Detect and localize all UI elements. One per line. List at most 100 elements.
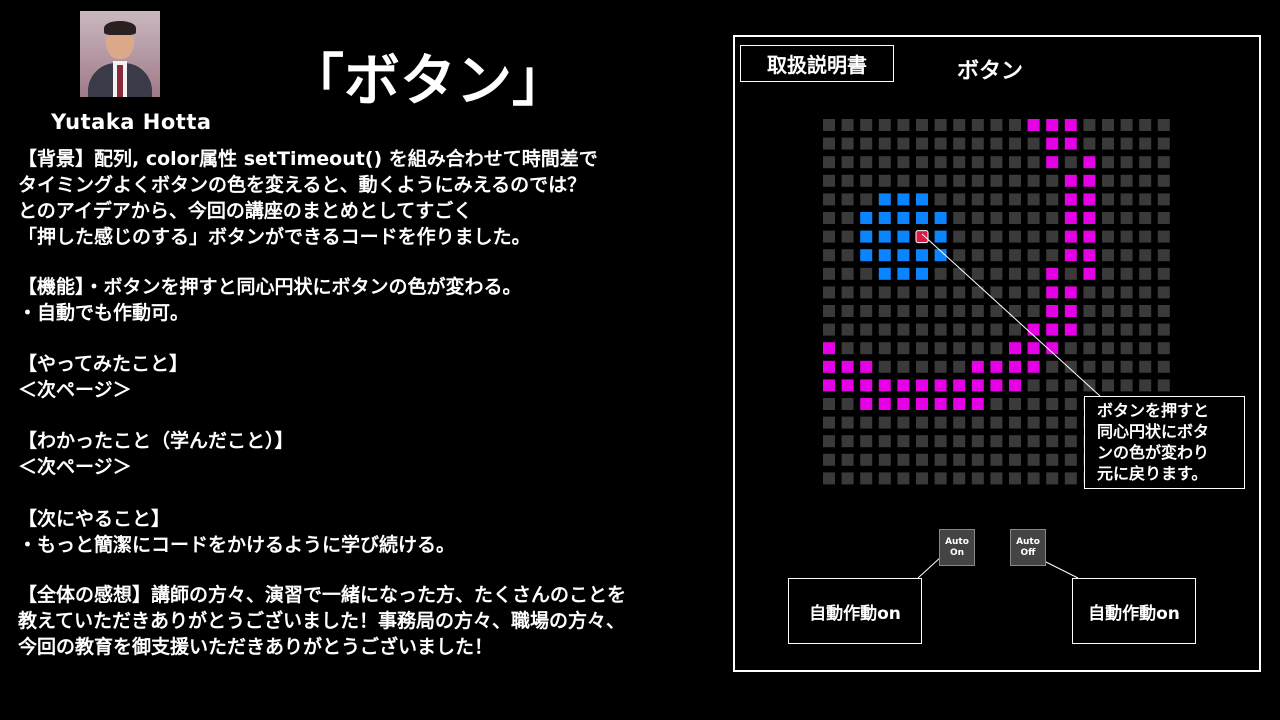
grid-button[interactable] — [1046, 174, 1059, 187]
grid-button[interactable] — [953, 398, 966, 410]
grid-button[interactable] — [1027, 212, 1040, 224]
grid-button[interactable] — [990, 360, 1003, 373]
grid-button[interactable] — [1027, 193, 1040, 206]
grid-button[interactable] — [990, 472, 1003, 485]
grid-button[interactable] — [860, 435, 873, 448]
grid-button[interactable] — [878, 416, 891, 429]
grid-button[interactable] — [878, 453, 891, 466]
grid-button[interactable] — [897, 230, 910, 243]
grid-button[interactable] — [823, 267, 835, 280]
grid-button[interactable] — [841, 398, 854, 410]
grid-button[interactable] — [971, 416, 984, 429]
grid-button[interactable] — [916, 323, 928, 336]
grid-button[interactable] — [971, 212, 984, 224]
grid-button[interactable] — [1046, 212, 1059, 224]
grid-button[interactable] — [1139, 286, 1152, 299]
grid-button[interactable] — [878, 174, 891, 187]
grid-button[interactable] — [953, 193, 966, 206]
grid-button[interactable] — [860, 416, 873, 429]
grid-button[interactable] — [953, 119, 966, 131]
grid-button[interactable] — [1046, 286, 1059, 299]
grid-button[interactable] — [878, 137, 891, 150]
grid-button[interactable] — [1120, 193, 1133, 206]
grid-button[interactable] — [971, 305, 984, 317]
grid-button[interactable] — [1157, 212, 1170, 224]
grid-button[interactable] — [971, 286, 984, 299]
grid-button[interactable] — [934, 193, 947, 206]
grid-button[interactable] — [990, 398, 1003, 410]
grid-button[interactable] — [1027, 137, 1040, 150]
grid-button[interactable] — [1083, 212, 1096, 224]
grid-button[interactable] — [1139, 193, 1152, 206]
grid-button[interactable] — [1083, 193, 1096, 206]
grid-button[interactable] — [1027, 305, 1040, 317]
grid-button[interactable] — [1046, 360, 1059, 373]
grid-button[interactable] — [934, 174, 947, 187]
grid-button[interactable] — [1120, 342, 1133, 355]
grid-button[interactable] — [1064, 416, 1077, 429]
grid-button[interactable] — [971, 342, 984, 355]
grid-button[interactable] — [1027, 453, 1040, 466]
grid-button[interactable] — [971, 267, 984, 280]
grid-button[interactable] — [1009, 230, 1021, 243]
grid-button[interactable] — [823, 472, 835, 485]
grid-button[interactable] — [1027, 267, 1040, 280]
grid-button[interactable] — [916, 360, 928, 373]
grid-button[interactable] — [860, 249, 873, 262]
grid-button[interactable] — [934, 119, 947, 131]
grid-button[interactable] — [1102, 379, 1114, 392]
grid-button[interactable] — [897, 360, 910, 373]
grid-button[interactable] — [1046, 435, 1059, 448]
grid-button[interactable] — [1139, 156, 1152, 169]
grid-button[interactable] — [1064, 379, 1077, 392]
grid-button[interactable] — [841, 323, 854, 336]
grid-button[interactable] — [1064, 453, 1077, 466]
grid-button[interactable] — [1102, 360, 1114, 373]
grid-button[interactable] — [1083, 230, 1096, 243]
grid-button[interactable] — [1046, 472, 1059, 485]
grid-button[interactable] — [1120, 212, 1133, 224]
grid-button[interactable] — [878, 323, 891, 336]
grid-button[interactable] — [897, 472, 910, 485]
grid-button[interactable] — [897, 286, 910, 299]
grid-button[interactable] — [1120, 305, 1133, 317]
grid-button[interactable] — [860, 267, 873, 280]
grid-button[interactable] — [897, 453, 910, 466]
grid-button[interactable] — [1157, 342, 1170, 355]
grid-button[interactable] — [1102, 249, 1114, 262]
grid-button[interactable] — [971, 230, 984, 243]
grid-button[interactable] — [916, 212, 928, 224]
grid-button[interactable] — [1046, 305, 1059, 317]
grid-button[interactable] — [916, 267, 928, 280]
grid-button[interactable] — [1046, 398, 1059, 410]
grid-button[interactable] — [1120, 119, 1133, 131]
grid-button[interactable] — [1027, 379, 1040, 392]
grid-button[interactable] — [1009, 286, 1021, 299]
grid-button[interactable] — [953, 342, 966, 355]
grid-button[interactable] — [953, 472, 966, 485]
grid-button[interactable] — [1064, 249, 1077, 262]
grid-button[interactable] — [1046, 156, 1059, 169]
grid-button[interactable] — [934, 379, 947, 392]
grid-button[interactable] — [1009, 193, 1021, 206]
grid-button[interactable] — [990, 249, 1003, 262]
grid-button[interactable] — [841, 119, 854, 131]
grid-button[interactable] — [934, 230, 947, 243]
grid-button[interactable] — [934, 435, 947, 448]
grid-button[interactable] — [841, 360, 854, 373]
grid-button[interactable] — [860, 193, 873, 206]
grid-button[interactable] — [1009, 156, 1021, 169]
grid-button[interactable] — [934, 212, 947, 224]
grid-button[interactable] — [841, 435, 854, 448]
grid-button[interactable] — [953, 286, 966, 299]
grid-button[interactable] — [1083, 379, 1096, 392]
grid-button[interactable] — [1064, 212, 1077, 224]
grid-button[interactable] — [1120, 174, 1133, 187]
grid-button[interactable] — [823, 249, 835, 262]
grid-button[interactable] — [897, 193, 910, 206]
grid-button[interactable] — [1064, 323, 1077, 336]
grid-button[interactable] — [1046, 342, 1059, 355]
grid-button[interactable] — [897, 119, 910, 131]
grid-button[interactable] — [841, 193, 854, 206]
grid-button[interactable] — [1064, 360, 1077, 373]
